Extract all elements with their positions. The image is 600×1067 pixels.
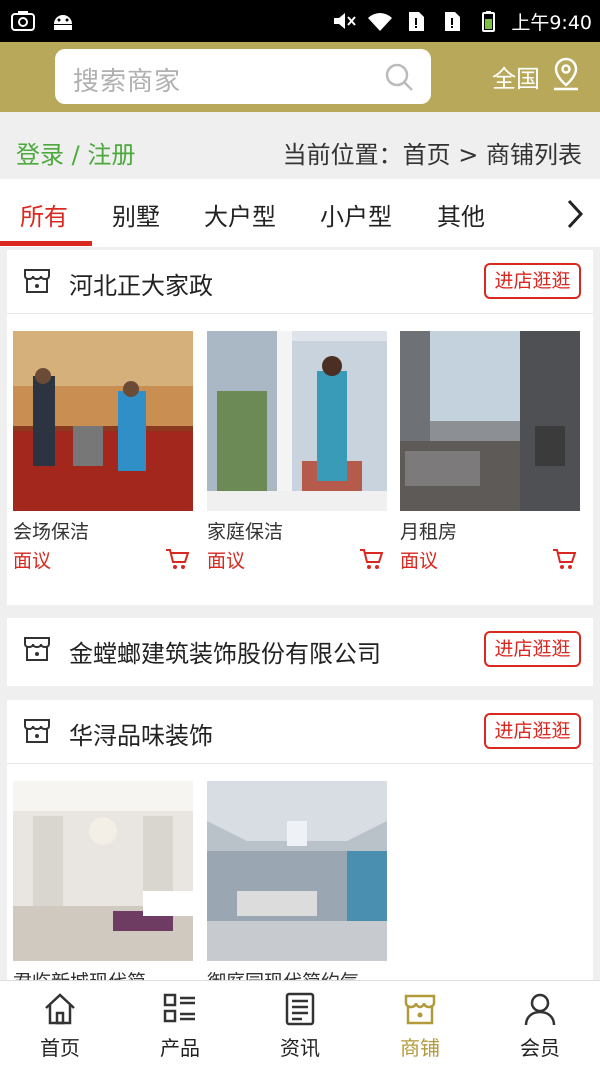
search-input[interactable]: 搜索商家 xyxy=(55,49,431,104)
product-image[interactable] xyxy=(400,331,580,511)
product-item[interactable]: 月租房 面议 xyxy=(400,331,580,573)
product-item[interactable]: 君临新城现代简... xyxy=(13,781,193,994)
product-list: 会场保洁 面议 家庭保洁 面议 月租房 面议 xyxy=(7,314,593,594)
tab-other[interactable]: 其他 xyxy=(437,197,485,232)
bottom-nav: 首页 产品 资讯 商铺 会员 xyxy=(0,980,600,1067)
clock: 上午9:40 xyxy=(511,11,592,34)
breadcrumb: 当前位置：首页 > 商铺列表 xyxy=(282,141,582,169)
active-tab-indicator xyxy=(0,241,92,246)
shop-card: 河北正大家政 进店逛逛 会场保洁 面议 家庭保洁 面议 月租房 面议 xyxy=(7,250,593,605)
store-icon xyxy=(24,719,50,743)
tab-villa[interactable]: 别墅 xyxy=(112,197,160,232)
battery-icon xyxy=(482,11,496,32)
android-icon xyxy=(54,15,72,30)
nav-label: 会员 xyxy=(520,1036,560,1060)
shop-card: 华浔品味装饰 进店逛逛 君临新城现代简... xyxy=(7,700,593,993)
tab-large-unit[interactable]: 大户型 xyxy=(204,197,276,232)
user-icon xyxy=(524,993,556,1026)
wifi-icon xyxy=(368,13,393,31)
sim1-icon xyxy=(409,12,425,31)
shop-name[interactable]: 河北正大家政 xyxy=(69,266,213,301)
news-icon xyxy=(285,992,315,1026)
search-icon[interactable] xyxy=(383,61,415,93)
product-item[interactable]: 会场保洁 面议 xyxy=(13,331,193,573)
nav-home[interactable]: 首页 xyxy=(0,981,120,1067)
sim2-icon xyxy=(445,12,461,31)
shop-card: 金螳螂建筑装饰股份有限公司 进店逛逛 xyxy=(7,618,593,686)
tab-small-unit[interactable]: 小户型 xyxy=(320,197,392,232)
login-register-link[interactable]: 登录 / 注册 xyxy=(16,135,135,170)
cart-icon[interactable] xyxy=(165,548,189,570)
enter-shop-button[interactable]: 进店逛逛 xyxy=(484,631,581,667)
enter-shop-button[interactable]: 进店逛逛 xyxy=(484,263,581,299)
breadcrumb-bar: 登录 / 注册 当前位置：首页 > 商铺列表 xyxy=(0,112,600,179)
product-image[interactable] xyxy=(13,781,193,961)
product-image[interactable] xyxy=(207,331,387,511)
nav-shops[interactable]: 商铺 xyxy=(360,981,480,1067)
shop-name[interactable]: 华浔品味装饰 xyxy=(69,716,213,751)
search-placeholder: 搜索商家 xyxy=(73,67,182,97)
home-icon xyxy=(45,993,75,1025)
nav-label: 产品 xyxy=(160,1036,200,1060)
product-image[interactable] xyxy=(207,781,387,961)
enter-shop-button[interactable]: 进店逛逛 xyxy=(484,713,581,749)
nav-label: 商铺 xyxy=(400,1036,440,1060)
product-name: 会场保洁 xyxy=(13,521,90,543)
shop-header: 金螳螂建筑装饰股份有限公司 进店逛逛 xyxy=(7,618,593,682)
product-name: 月租房 xyxy=(400,521,458,543)
product-name: 家庭保洁 xyxy=(207,521,284,543)
shop-header: 华浔品味装饰 进店逛逛 xyxy=(7,700,593,764)
chevron-right-icon[interactable] xyxy=(562,197,588,231)
nav-label: 首页 xyxy=(40,1036,80,1060)
mute-icon xyxy=(334,13,357,29)
cart-icon[interactable] xyxy=(359,548,383,570)
product-item[interactable]: 家庭保洁 面议 xyxy=(207,331,387,573)
nav-label: 资讯 xyxy=(280,1036,320,1060)
store-icon xyxy=(24,269,50,293)
category-tabs: 所有 别墅 大户型 小户型 其他 xyxy=(0,179,600,247)
tab-all[interactable]: 所有 xyxy=(20,197,68,232)
region-selector[interactable]: 全国 xyxy=(492,59,540,94)
screenshot-icon xyxy=(11,11,35,31)
product-image[interactable] xyxy=(13,331,193,511)
status-bar: 上午9:40 xyxy=(0,0,600,42)
nav-products[interactable]: 产品 xyxy=(120,981,240,1067)
shop-header: 河北正大家政 进店逛逛 xyxy=(7,250,593,314)
shop-name[interactable]: 金螳螂建筑装饰股份有限公司 xyxy=(69,634,381,669)
location-icon[interactable] xyxy=(550,56,582,92)
header: 搜索商家 全国 xyxy=(0,42,600,112)
cart-icon[interactable] xyxy=(552,548,576,570)
nav-news[interactable]: 资讯 xyxy=(240,981,360,1067)
grid-list-icon xyxy=(163,993,195,1023)
nav-member[interactable]: 会员 xyxy=(480,981,600,1067)
product-item[interactable]: 御庭园现代简约气... xyxy=(207,781,387,994)
store-icon xyxy=(404,994,436,1025)
store-icon xyxy=(24,637,50,661)
